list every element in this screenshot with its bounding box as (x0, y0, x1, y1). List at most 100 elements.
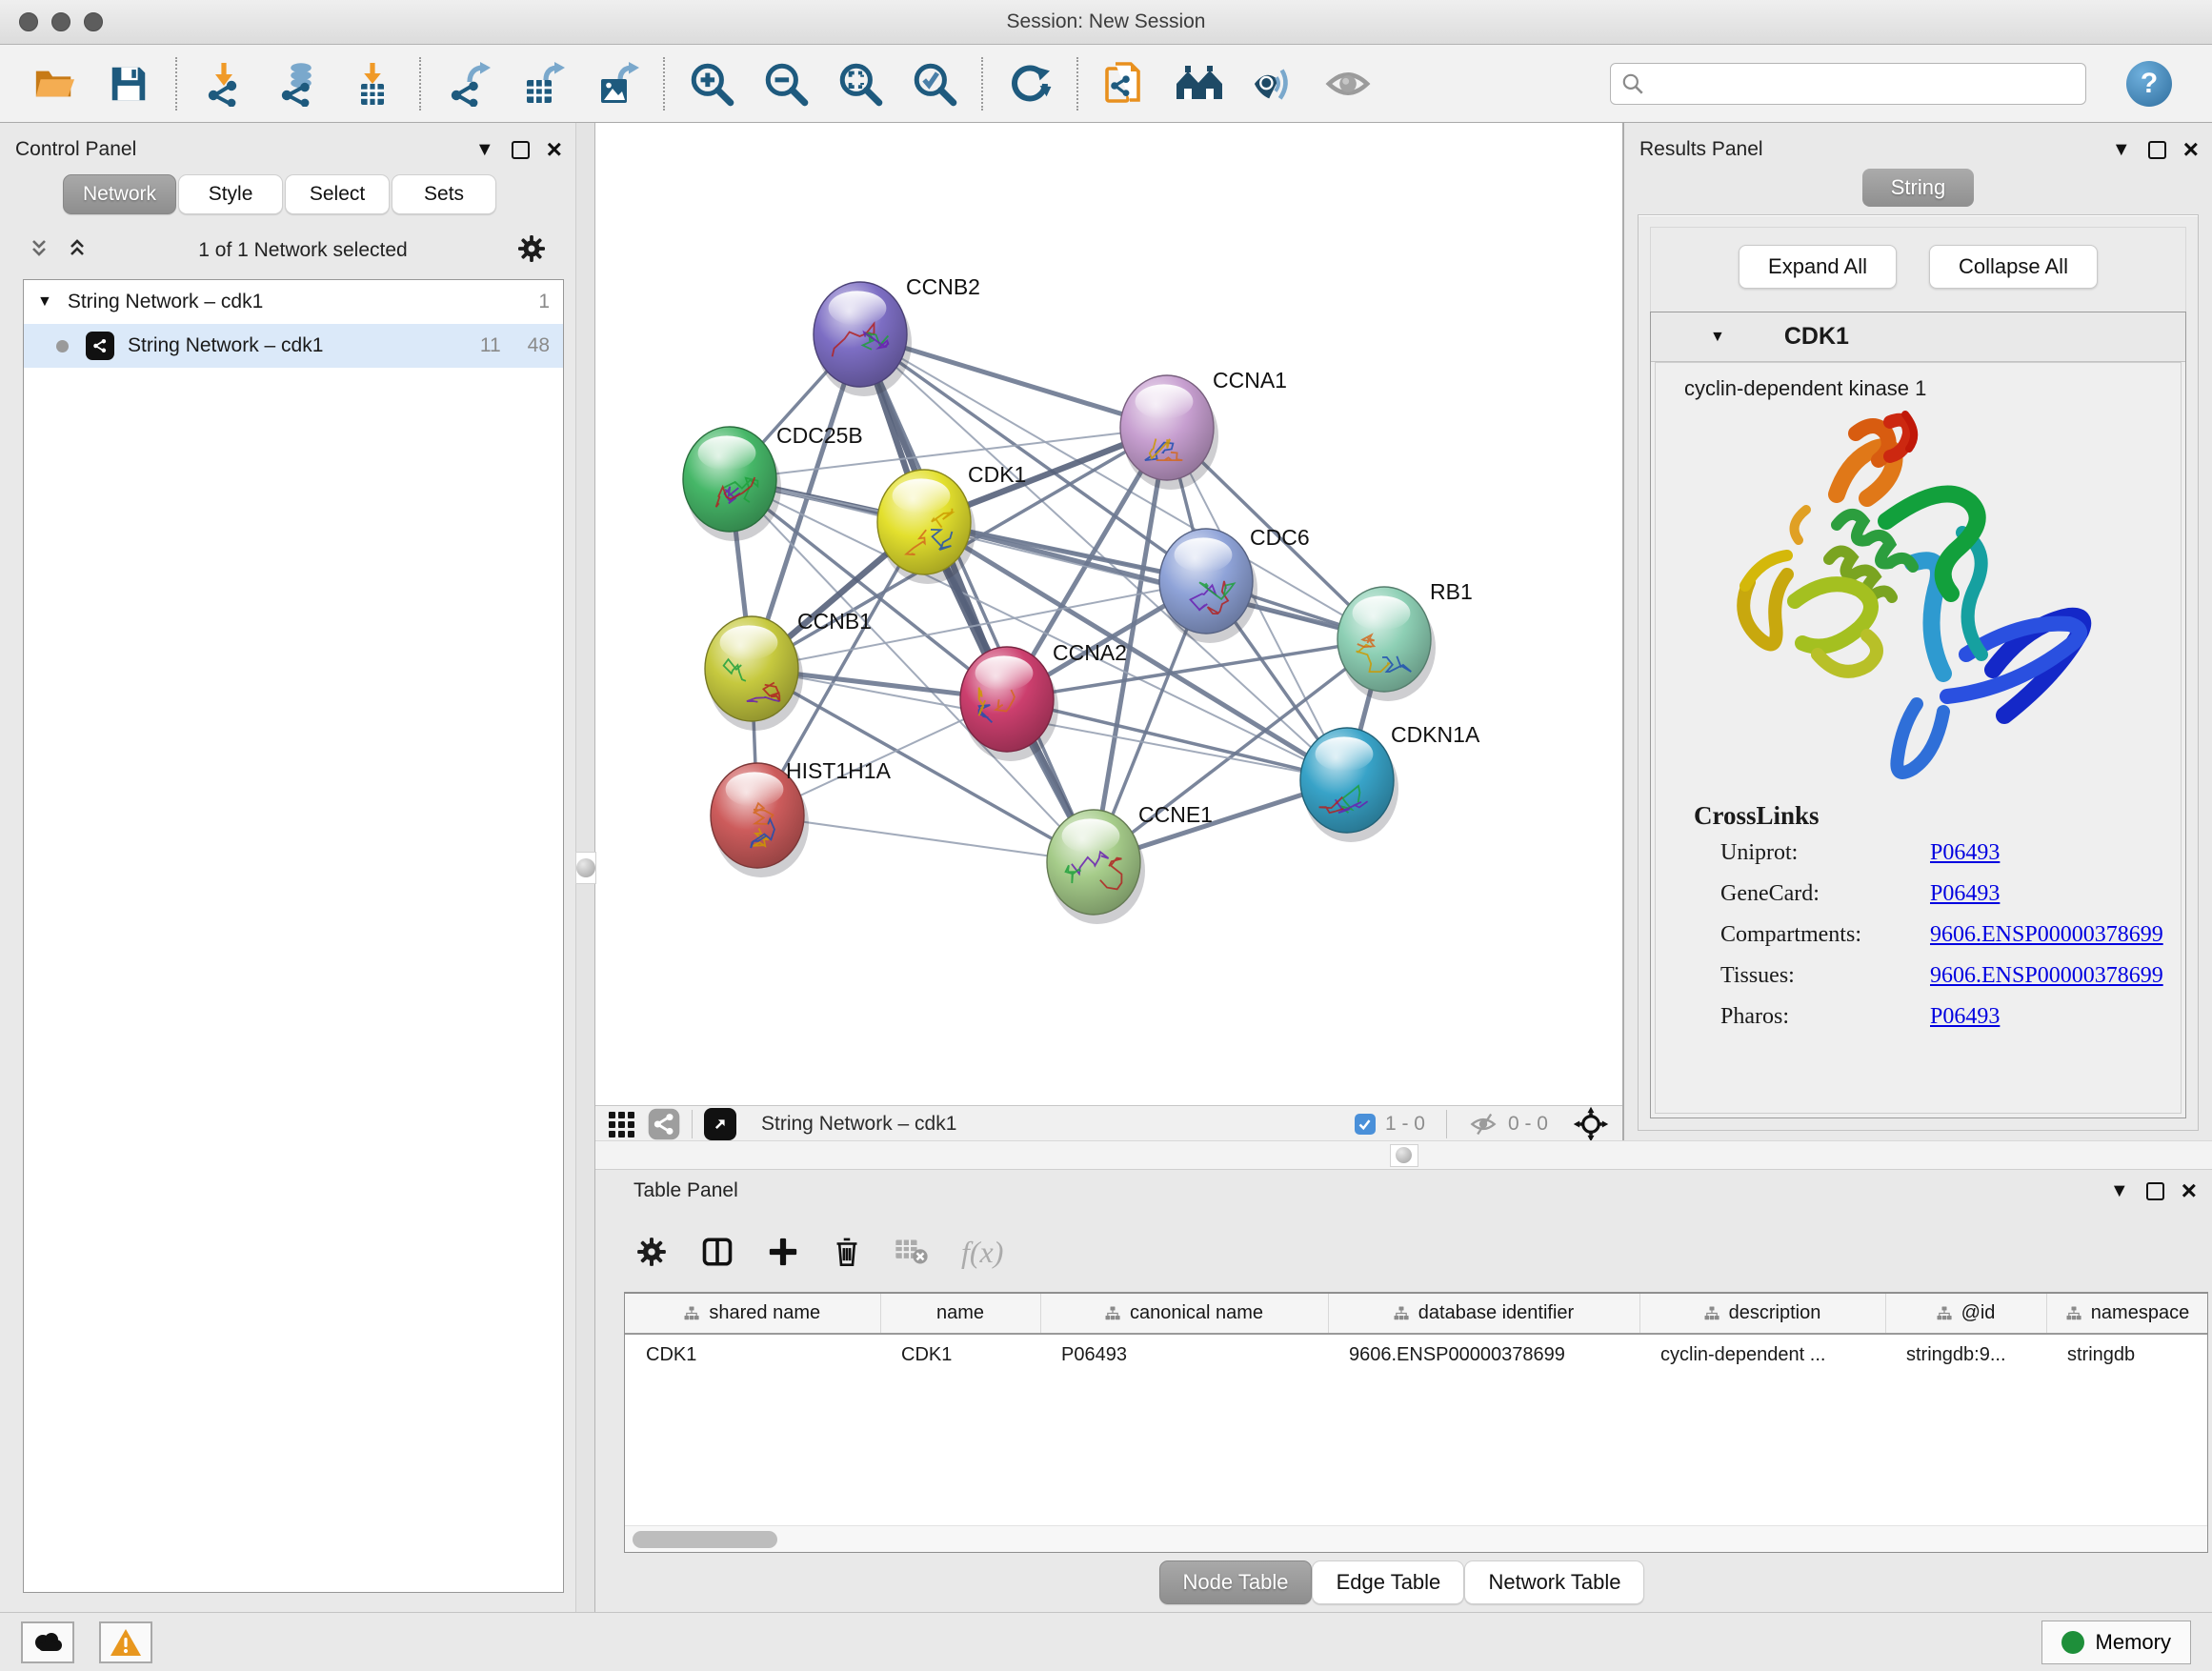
cloud-status-button[interactable] (21, 1621, 74, 1663)
network-node-CCNA2[interactable] (960, 647, 1058, 761)
export-network-button[interactable] (431, 53, 505, 114)
table-cell[interactable]: CDK1 (625, 1334, 880, 1376)
network-canvas[interactable]: CCNB2CCNA1CDC25BCDK1CDC6RB1CCNB1CCNA2CDK… (595, 123, 1622, 1105)
home-button[interactable] (1162, 53, 1237, 114)
import-database-button[interactable] (261, 53, 335, 114)
collection-expand-icon[interactable]: ▼ (37, 293, 52, 311)
gene-expand-icon[interactable]: ▼ (1710, 329, 1725, 346)
table-cell[interactable]: cyclin-dependent ... (1639, 1334, 1885, 1376)
panel-menu-button[interactable]: ▼ (2112, 140, 2131, 159)
column-header-canonical-name[interactable]: canonical name (1040, 1294, 1328, 1334)
gene-entry-header[interactable]: ▼ CDK1 (1651, 312, 2185, 362)
tab-edge-table[interactable]: Edge Table (1312, 1560, 1464, 1604)
share-document-button[interactable] (1088, 53, 1162, 114)
network-node-CCNA1[interactable] (1120, 375, 1218, 490)
panel-close-button[interactable]: × (2182, 1178, 2197, 1204)
delete-table-button[interactable] (895, 1238, 929, 1266)
left-splitter[interactable] (575, 123, 595, 1612)
collapse-all-button[interactable]: Collapse All (1929, 245, 2098, 289)
help-button[interactable]: ? (2126, 61, 2172, 107)
panel-float-button[interactable] (2148, 141, 2166, 159)
network-share-icon[interactable] (648, 1108, 680, 1140)
tab-node-table[interactable]: Node Table (1159, 1560, 1313, 1604)
tab-network-table[interactable]: Network Table (1464, 1560, 1644, 1604)
import-table-button[interactable] (335, 53, 410, 114)
selected-checkbox[interactable] (1355, 1114, 1376, 1135)
tab-sets[interactable]: Sets (392, 174, 496, 214)
network-node-CCNE1[interactable] (1047, 810, 1145, 924)
tab-select[interactable]: Select (285, 174, 390, 214)
horizontal-splitter[interactable] (595, 1140, 2212, 1170)
open-in-new-window-button[interactable] (704, 1108, 736, 1140)
crosslink-link[interactable]: P06493 (1930, 840, 2000, 866)
table-row[interactable]: CDK1CDK1P064939606.ENSP00000378699cyclin… (625, 1334, 2208, 1376)
panel-float-button[interactable] (2146, 1182, 2164, 1200)
delete-columns-button[interactable] (832, 1236, 862, 1268)
network-node-CDK1[interactable] (877, 470, 975, 584)
scrollbar-thumb[interactable] (633, 1531, 777, 1548)
network-row[interactable]: String Network – cdk1 11 48 (24, 324, 563, 368)
zoom-fit-button[interactable] (823, 53, 897, 114)
export-image-button[interactable] (579, 53, 654, 114)
warning-status-button[interactable] (99, 1621, 152, 1663)
tab-string[interactable]: String (1862, 169, 1974, 207)
export-table-button[interactable] (505, 53, 579, 114)
crosslink-link[interactable]: P06493 (1930, 1004, 2000, 1030)
tab-style[interactable]: Style (178, 174, 283, 214)
crosslink-link[interactable]: 9606.ENSP00000378699 (1930, 963, 2163, 989)
network-node-CCNB2[interactable] (814, 282, 912, 396)
toggle-visibility-button[interactable] (1237, 53, 1311, 114)
table-options-gear-button[interactable] (635, 1236, 668, 1268)
open-session-button[interactable] (17, 53, 91, 114)
panel-float-button[interactable] (512, 141, 530, 159)
gene-name: CDK1 (1784, 323, 1849, 351)
horizontal-splitter-handle[interactable] (1390, 1144, 1418, 1167)
left-splitter-handle[interactable] (575, 852, 596, 884)
zoom-selected-button[interactable] (897, 53, 972, 114)
panel-menu-button[interactable]: ▼ (475, 140, 494, 159)
column-header-database-identifier[interactable]: database identifier (1328, 1294, 1639, 1334)
network-options-gear-button[interactable] (516, 233, 547, 268)
save-session-button[interactable] (91, 53, 166, 114)
panel-close-button[interactable]: × (547, 136, 562, 163)
column-header-namespace[interactable]: namespace (2046, 1294, 2208, 1334)
column-header-shared-name[interactable]: shared name (625, 1294, 880, 1334)
panel-close-button[interactable]: × (2183, 136, 2199, 163)
panel-menu-button[interactable]: ▼ (2110, 1181, 2129, 1200)
expand-all-button[interactable]: Expand All (1739, 245, 1897, 289)
import-network-button[interactable] (187, 53, 261, 114)
column-header-name[interactable]: name (880, 1294, 1040, 1334)
table-cell[interactable]: P06493 (1040, 1334, 1328, 1376)
zoom-in-button[interactable] (674, 53, 749, 114)
function-builder-button[interactable]: f(x) (961, 1235, 1003, 1270)
search-input[interactable] (1645, 67, 2076, 101)
memory-button[interactable]: Memory (2041, 1621, 2191, 1664)
birds-eye-grid-icon[interactable] (609, 1112, 634, 1137)
create-column-button[interactable] (767, 1236, 799, 1268)
table-cell[interactable]: CDK1 (880, 1334, 1040, 1376)
crosslink-link[interactable]: P06493 (1930, 881, 2000, 907)
show-columns-button[interactable] (700, 1235, 734, 1269)
zoom-out-button[interactable] (749, 53, 823, 114)
tab-network[interactable]: Network (63, 174, 176, 214)
table-cell[interactable]: stringdb:9... (1885, 1334, 2046, 1376)
fit-selected-crosshair-icon[interactable] (1573, 1106, 1609, 1142)
refresh-button[interactable] (993, 53, 1067, 114)
column-header-description[interactable]: description (1639, 1294, 1885, 1334)
network-node-RB1[interactable] (1337, 587, 1436, 701)
network-node-CDC25B[interactable] (683, 427, 781, 541)
table-cell[interactable]: stringdb (2046, 1334, 2208, 1376)
table-cell[interactable]: 9606.ENSP00000378699 (1328, 1334, 1639, 1376)
search-box[interactable] (1610, 63, 2086, 105)
network-node-CDC6[interactable] (1159, 529, 1257, 643)
collapse-all-networks-button[interactable] (27, 237, 51, 264)
network-node-CDKN1A[interactable] (1300, 728, 1398, 842)
results-panel: Results Panel ▼ × String Expand All Coll… (1622, 123, 2212, 1140)
network-collection-row[interactable]: ▼ String Network – cdk1 1 (24, 280, 563, 324)
crosslink-link[interactable]: 9606.ENSP00000378699 (1930, 922, 2163, 948)
table-horizontal-scrollbar[interactable] (625, 1525, 2207, 1552)
column-header-@id[interactable]: @id (1885, 1294, 2046, 1334)
warning-icon (110, 1628, 142, 1657)
expand-all-networks-button[interactable] (65, 237, 90, 264)
show-all-button[interactable] (1311, 53, 1385, 114)
